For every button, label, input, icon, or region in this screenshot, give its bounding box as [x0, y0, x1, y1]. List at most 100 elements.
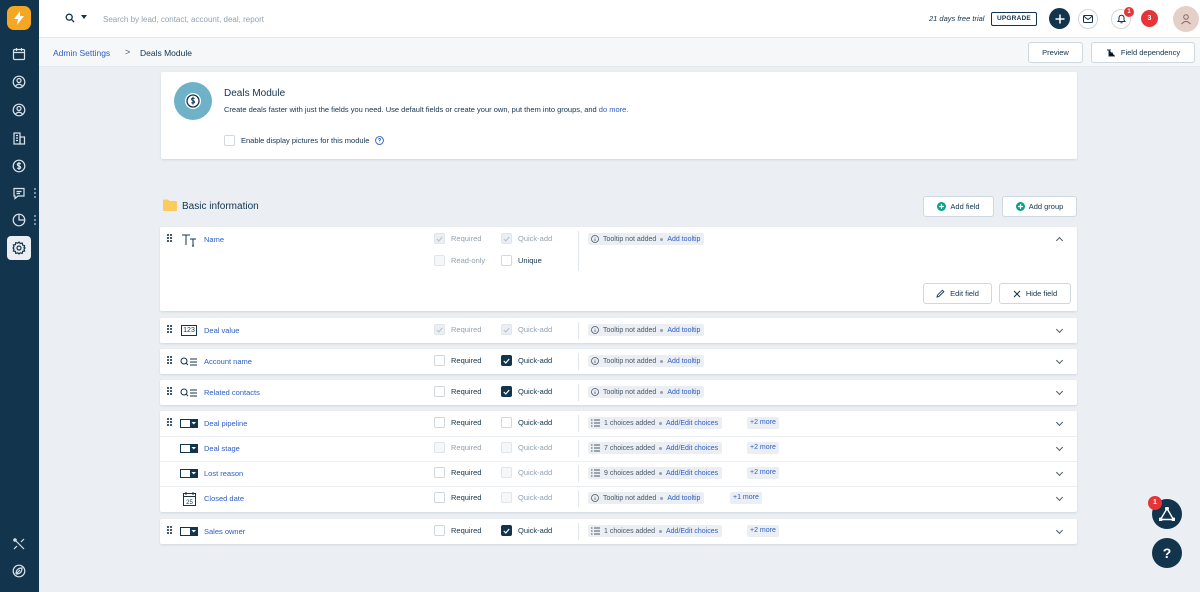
field-row: Account name Required Quick-add Tooltip …: [160, 349, 1077, 374]
more-badge[interactable]: +1 more: [730, 492, 762, 504]
add-tooltip-link[interactable]: Add tooltip: [667, 236, 700, 243]
leads-icon[interactable]: [7, 98, 31, 122]
add-edit-choices-link[interactable]: Add/Edit choices: [666, 528, 718, 535]
user-avatar[interactable]: [1173, 6, 1199, 32]
display-pictures-checkbox[interactable]: [224, 135, 235, 146]
required-checkbox[interactable]: [434, 467, 445, 478]
chevron-down-icon[interactable]: [1055, 526, 1064, 535]
chevron-down-icon[interactable]: [1055, 443, 1064, 452]
reports-icon[interactable]: [7, 208, 31, 232]
add-tooltip-link[interactable]: Add tooltip: [667, 495, 700, 502]
quick-add-checkbox[interactable]: [501, 417, 512, 428]
edit-field-button[interactable]: Edit field: [923, 283, 992, 304]
required-checkbox[interactable]: [434, 492, 445, 503]
add-group-button[interactable]: Add group: [1002, 196, 1077, 217]
do-more-link[interactable]: do more.: [599, 105, 629, 114]
chevron-up-icon[interactable]: [1055, 236, 1064, 245]
conversations-icon[interactable]: [7, 181, 31, 205]
tooltip-info-pill: Tooltip not added Add tooltip: [588, 492, 705, 504]
conversations-more-icon[interactable]: [33, 188, 36, 198]
unique-checkbox[interactable]: [501, 255, 512, 266]
date-field-icon-text: 25: [186, 500, 193, 506]
breadcrumb-admin-settings-link[interactable]: Admin Settings: [53, 48, 110, 58]
marketplace-leaf-icon[interactable]: [7, 559, 31, 583]
chevron-down-icon[interactable]: [1055, 356, 1064, 365]
drag-handle-icon[interactable]: [167, 418, 172, 426]
quick-add-checkbox[interactable]: [501, 525, 512, 536]
required-checkbox[interactable]: [434, 355, 445, 366]
field-dependency-button[interactable]: Field dependency: [1091, 42, 1195, 63]
upgrade-button[interactable]: UPGRADE: [991, 12, 1037, 26]
more-badge[interactable]: +2 more: [747, 525, 779, 537]
required-checkbox[interactable]: [434, 386, 445, 397]
field-name-link[interactable]: Account name: [204, 357, 252, 366]
add-tooltip-link[interactable]: Add tooltip: [667, 389, 700, 396]
chevron-down-icon[interactable]: [1055, 387, 1064, 396]
search-icon[interactable]: [65, 13, 75, 25]
field-name-link[interactable]: Lost reason: [204, 469, 243, 478]
field-name-link[interactable]: Deal pipeline: [204, 419, 247, 428]
drag-handle-icon[interactable]: [167, 325, 172, 333]
required-checkbox[interactable]: [434, 417, 445, 428]
module-description-text: Create deals faster with just the fields…: [224, 105, 599, 114]
accounts-icon[interactable]: [7, 126, 31, 150]
chevron-down-icon[interactable]: [1055, 325, 1064, 334]
drag-handle-icon[interactable]: [167, 234, 172, 242]
contacts-icon[interactable]: [7, 70, 31, 94]
add-field-plus-icon: [937, 202, 947, 211]
add-field-button[interactable]: Add field: [923, 196, 994, 217]
calendar-icon[interactable]: [7, 42, 31, 66]
quick-create-button[interactable]: [1049, 8, 1070, 29]
divider: [578, 440, 579, 457]
search-scope-caret-icon[interactable]: [81, 15, 87, 19]
sales-sequence-icon[interactable]: [7, 532, 31, 556]
unique-label: Unique: [518, 256, 542, 265]
deals-module-icon: [174, 82, 212, 120]
choices-status: 1 choices added: [604, 527, 655, 535]
hide-field-button[interactable]: Hide field: [999, 283, 1071, 304]
section-title: Basic information: [182, 201, 259, 212]
top-bar: 21 days free trial UPGRADE 1 3: [39, 0, 1200, 38]
drag-handle-icon[interactable]: [167, 356, 172, 364]
drag-handle-icon[interactable]: [167, 387, 172, 395]
breadcrumb-separator-icon: >: [125, 47, 131, 57]
required-checkbox: [434, 233, 445, 244]
quick-add-checkbox[interactable]: [501, 386, 512, 397]
add-tooltip-link[interactable]: Add tooltip: [667, 358, 700, 365]
freshsales-logo-icon[interactable]: [7, 6, 31, 30]
field-name-link[interactable]: Deal value: [204, 326, 239, 335]
settings-gear-icon[interactable]: [7, 236, 31, 260]
help-button[interactable]: ?: [1152, 538, 1182, 568]
dot-separator: [658, 529, 662, 533]
list-icon: [591, 444, 600, 452]
more-badge[interactable]: +2 more: [747, 417, 779, 429]
add-edit-choices-link[interactable]: Add/Edit choices: [666, 445, 718, 452]
chevron-down-icon[interactable]: [1055, 468, 1064, 477]
more-badge[interactable]: +2 more: [747, 467, 779, 479]
field-name-link[interactable]: Sales owner: [204, 527, 245, 536]
add-edit-choices-link[interactable]: Add/Edit choices: [666, 470, 718, 477]
chevron-down-icon[interactable]: [1055, 493, 1064, 502]
assistant-icon: [1159, 507, 1175, 521]
preview-button[interactable]: Preview: [1028, 42, 1083, 63]
mail-icon[interactable]: [1078, 9, 1098, 29]
global-search-input[interactable]: [103, 10, 423, 28]
field-row: 25 Closed date Required Quick-add Toolti…: [160, 486, 1077, 511]
info-icon: [591, 235, 599, 243]
help-circle-icon[interactable]: [375, 136, 385, 145]
quick-add-checkbox[interactable]: [501, 355, 512, 366]
field-name-link[interactable]: Name: [204, 235, 224, 244]
drag-handle-icon[interactable]: [167, 526, 172, 534]
chevron-down-icon[interactable]: [1055, 418, 1064, 427]
add-edit-choices-link[interactable]: Add/Edit choices: [666, 420, 718, 427]
more-badge[interactable]: +2 more: [747, 442, 779, 454]
add-tooltip-link[interactable]: Add tooltip: [667, 327, 700, 334]
reports-more-icon[interactable]: [33, 215, 36, 225]
field-name-link[interactable]: Related contacts: [204, 388, 260, 397]
alerts-count-badge[interactable]: 3: [1141, 10, 1158, 27]
field-name-link[interactable]: Closed date: [204, 494, 244, 503]
required-checkbox[interactable]: [434, 525, 445, 536]
field-name-link[interactable]: Deal stage: [204, 444, 240, 453]
date-field-icon: 25: [179, 491, 199, 506]
deals-icon[interactable]: [7, 154, 31, 178]
